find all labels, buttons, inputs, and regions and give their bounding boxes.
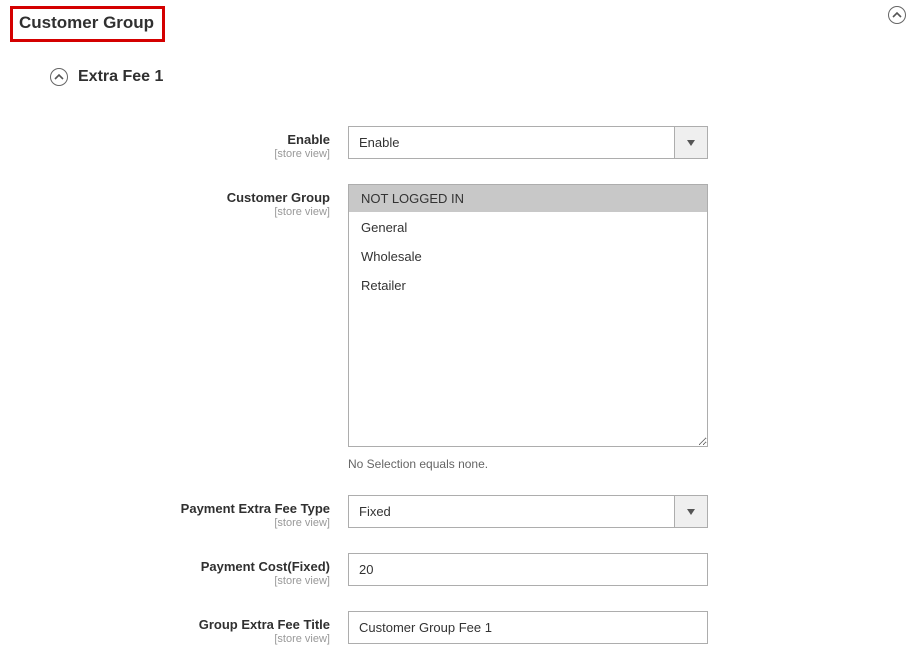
label-col: Group Extra Fee Title [store view] [10, 611, 348, 645]
enable-select-button[interactable] [674, 127, 707, 158]
customer-group-helper: No Selection equals none. [348, 457, 708, 471]
row-customer-group: Customer Group [store view] NOT LOGGED I… [10, 184, 910, 471]
enable-label: Enable [10, 132, 330, 147]
customer-group-label: Customer Group [10, 190, 330, 205]
fee-type-label: Payment Extra Fee Type [10, 501, 330, 516]
chevron-up-icon [892, 10, 902, 20]
chevron-up-icon [54, 72, 64, 82]
enable-select[interactable]: Enable [348, 126, 708, 159]
fee-type-select[interactable]: Fixed [348, 495, 708, 528]
config-page: Customer Group Extra Fee 1 Enable [store… [0, 0, 920, 665]
scope-label: [store view] [10, 633, 330, 645]
payment-cost-label: Payment Cost(Fixed) [10, 559, 330, 574]
scope-label: [store view] [10, 575, 330, 587]
section-title: Customer Group [19, 13, 154, 32]
label-col: Customer Group [store view] [10, 184, 348, 218]
config-form: Enable [store view] Enable Customer Grou… [10, 126, 910, 645]
field-col [348, 553, 708, 586]
field-col [348, 611, 708, 644]
customer-group-option[interactable]: Retailer [349, 272, 707, 299]
scope-label: [store view] [10, 206, 330, 218]
label-col: Payment Extra Fee Type [store view] [10, 495, 348, 529]
section-collapse-toggle[interactable] [888, 6, 906, 24]
subsection-header-row[interactable]: Extra Fee 1 [10, 68, 910, 86]
fee-type-select-value: Fixed [349, 496, 674, 527]
fee-title-input[interactable] [348, 611, 708, 644]
caret-down-icon [687, 140, 695, 146]
row-fee-type: Payment Extra Fee Type [store view] Fixe… [10, 495, 910, 529]
label-col: Enable [store view] [10, 126, 348, 160]
scope-label: [store view] [10, 517, 330, 529]
field-col: NOT LOGGED IN General Wholesale Retailer… [348, 184, 708, 471]
customer-group-option[interactable]: NOT LOGGED IN [349, 185, 707, 212]
customer-group-option[interactable]: Wholesale [349, 243, 707, 270]
enable-select-value: Enable [349, 127, 674, 158]
row-enable: Enable [store view] Enable [10, 126, 910, 160]
section-header-row: Customer Group [10, 6, 910, 42]
row-payment-cost: Payment Cost(Fixed) [store view] [10, 553, 910, 587]
fee-title-label: Group Extra Fee Title [10, 617, 330, 632]
section-header-box[interactable]: Customer Group [10, 6, 165, 42]
subsection-title: Extra Fee 1 [78, 68, 163, 86]
caret-down-icon [687, 509, 695, 515]
row-fee-title: Group Extra Fee Title [store view] [10, 611, 910, 645]
payment-cost-input[interactable] [348, 553, 708, 586]
customer-group-multiselect[interactable]: NOT LOGGED IN General Wholesale Retailer [348, 184, 708, 447]
label-col: Payment Cost(Fixed) [store view] [10, 553, 348, 587]
field-col: Fixed [348, 495, 708, 528]
subsection-collapse-toggle[interactable] [50, 68, 68, 86]
customer-group-option[interactable]: General [349, 214, 707, 241]
fee-type-select-button[interactable] [674, 496, 707, 527]
field-col: Enable [348, 126, 708, 159]
scope-label: [store view] [10, 148, 330, 160]
